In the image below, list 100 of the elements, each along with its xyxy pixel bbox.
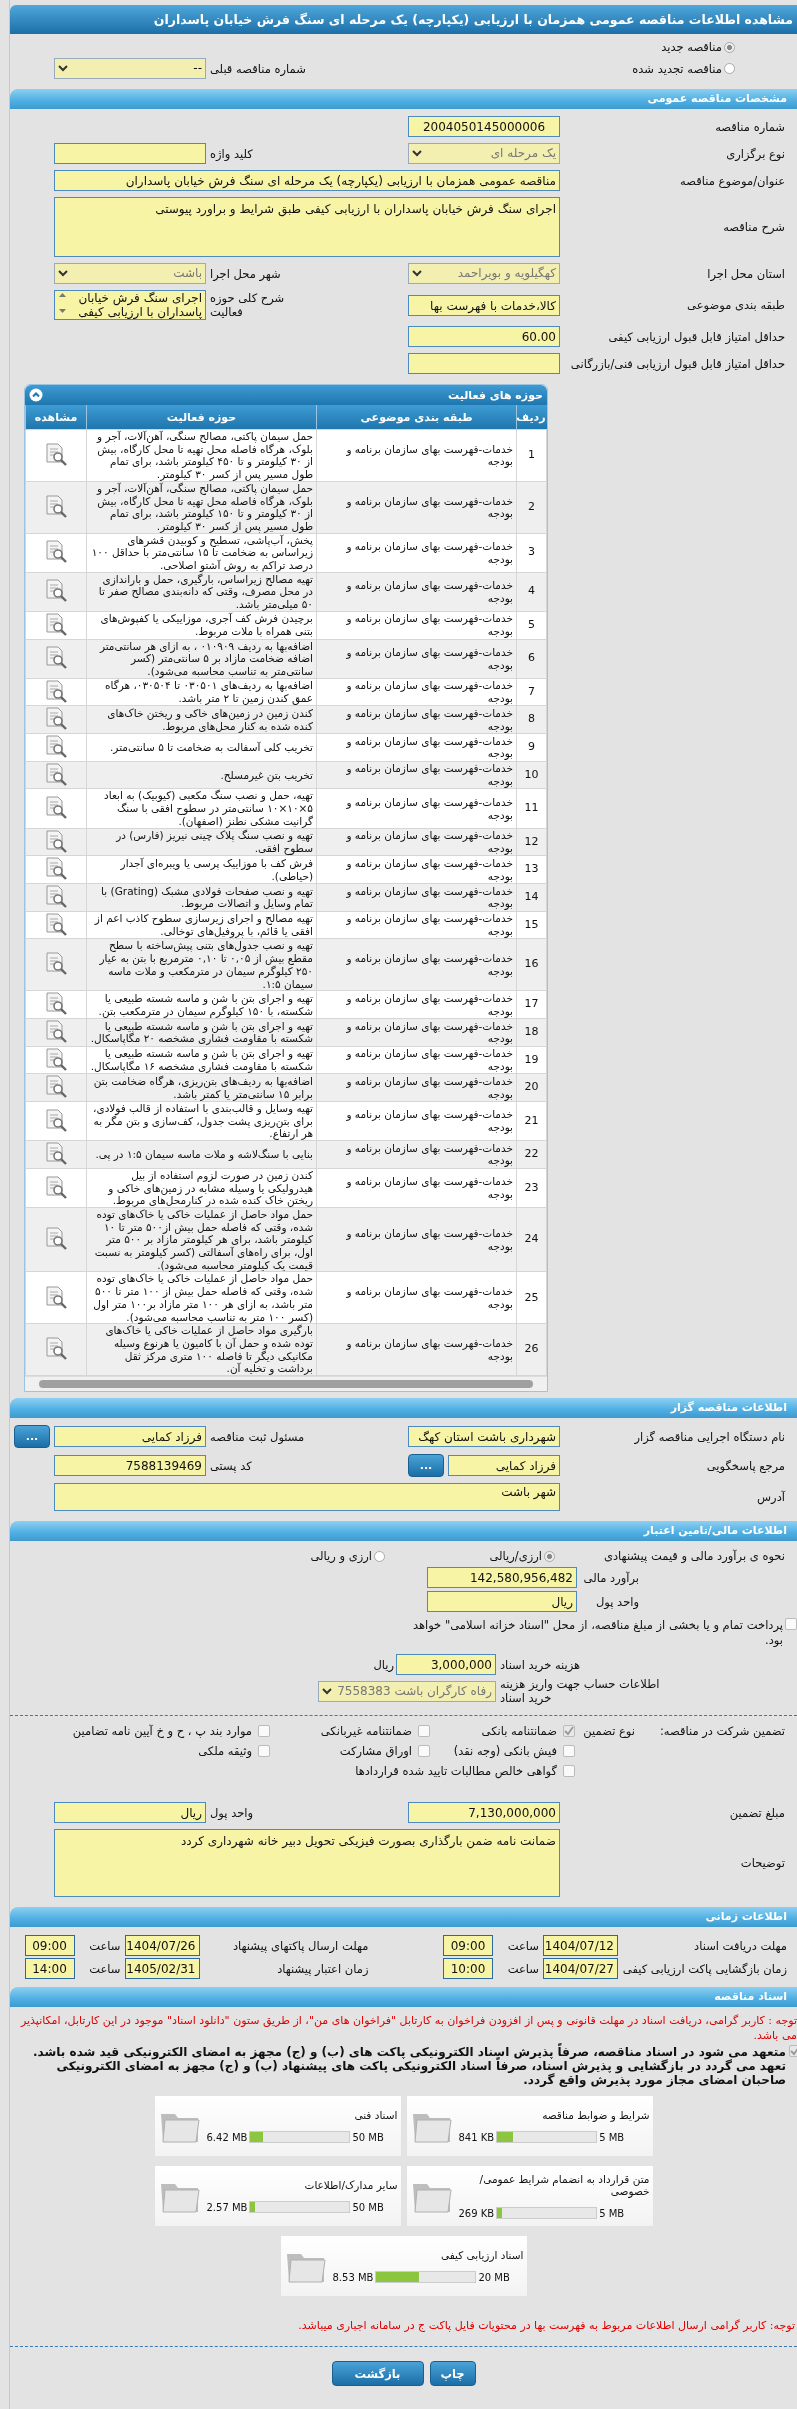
dropdown[interactable]: باشت (54, 263, 206, 284)
document-magnifier-icon[interactable] (44, 1018, 68, 1043)
checkbox[interactable] (563, 1725, 575, 1738)
document-magnifier-icon[interactable] (44, 611, 68, 636)
date-field[interactable]: 1404/07/27 (543, 1958, 618, 1980)
notice-text: توجه : کاربر گرامی، دریافت اسناد در مهلت قانونی و پس از افزودن فراخوان به کارتابل "فراخوان های من"، از طریق ستون "دانلود اسناد" موجود در این کارتابل، امکانپذیر می باشد. (19, 2013, 797, 2043)
document-magnifier-icon[interactable] (44, 678, 68, 703)
dropdown[interactable]: کهگیلویه و بویراحمد (408, 263, 560, 284)
document-magnifier-icon[interactable] (44, 911, 68, 936)
back-button[interactable]: بازگشت (331, 2361, 424, 2387)
checkbox[interactable] (563, 1745, 575, 1758)
time-field[interactable]: 10:00 (443, 1958, 493, 1980)
time-field[interactable]: 09:00 (24, 1935, 75, 1957)
text-field[interactable]: مناقصه عمومی همزمان با ارزیابی (یکپارچه) یک مرحله ای سنگ فرش خیابان پاسداران (54, 170, 560, 191)
date-field[interactable]: 1405/02/31 (124, 1958, 200, 1980)
document-magnifier-icon[interactable] (44, 645, 68, 670)
text-field[interactable] (408, 353, 560, 374)
checkbox[interactable] (789, 2045, 797, 2058)
table-cell: فرش کف با موزاییک پرسی یا ویبره‌ای آجدار (حیاطی). (86, 855, 317, 884)
file-name: سایر مدارک/اطلاعات (303, 2179, 398, 2192)
text-field[interactable]: 60.00 (408, 326, 560, 347)
document-magnifier-icon[interactable] (44, 578, 68, 603)
text-area[interactable]: اجرای سنگ فرش خیابان پاسداران با ارزیابی کیفی طبق شرایط و براورد پیوستی (54, 197, 560, 257)
text-field[interactable]: 2004050145000006 (408, 116, 560, 137)
text-area[interactable]: ضمانت نامه ضمن بارگذاری بصورت فیزیکی تحویل دبیر خانه شهرداری کردد (54, 1829, 560, 1898)
table-cell: خدمات-فهرست بهای سازمان برنامه و بودجه (316, 1271, 517, 1324)
text-field[interactable]: شهرداری باشت استان کهگ (408, 1426, 560, 1448)
document-magnifier-icon[interactable] (44, 828, 68, 853)
document-magnifier-icon[interactable] (44, 706, 68, 731)
date-field[interactable]: 1404/07/12 (543, 1935, 618, 1957)
field-label: شماره مناقصه قبلی (209, 61, 307, 76)
scroll-arrows-icon (58, 291, 67, 315)
document-magnifier-icon[interactable] (44, 795, 68, 820)
table-cell: خدمات-فهرست بهای سازمان برنامه و بودجه (316, 429, 517, 482)
document-magnifier-icon[interactable] (44, 539, 68, 564)
document-magnifier-icon[interactable] (44, 884, 68, 908)
dropdown[interactable]: یک مرحله ای (408, 143, 560, 164)
field-label: عنوان/موضوع مناقصه (679, 173, 785, 188)
checkbox[interactable] (563, 1765, 575, 1778)
text-field[interactable]: کالا،خدمات با فهرست بها (408, 294, 560, 316)
dropdown[interactable]: -- (54, 58, 206, 79)
checkbox[interactable] (258, 1725, 270, 1738)
document-magnifier-icon[interactable] (44, 856, 68, 881)
document-magnifier-icon[interactable] (44, 991, 68, 1016)
radio-button[interactable] (724, 63, 735, 74)
table-cell: تهیه و نصب صفحات فولادی مشبک (Grating) با تمام وسایل و اتصالات مربوط. (86, 883, 317, 912)
collapse-icon[interactable] (29, 388, 43, 402)
document-magnifier-icon[interactable] (44, 951, 68, 976)
time-field[interactable]: 09:00 (443, 1935, 493, 1957)
table-cell: 15 (516, 911, 547, 939)
document-magnifier-icon[interactable] (44, 761, 68, 786)
radio-button[interactable] (374, 1550, 385, 1562)
table-cell: حمل سیمان پاکتی، مصالح سنگی، آهن‌آلات، آجر و بلوک، هرگاه فاصله محل تهیه تا محل کارگاه، بیش از ۳۰ کیلومتر و تا ۱۵۰ کیلومتر باشد، برای تمام طول مسیر پس از کسر ۳۰ کیلومتر. (86, 481, 317, 534)
text-field[interactable]: 7588139469 (54, 1455, 206, 1477)
document-magnifier-icon[interactable] (44, 1226, 68, 1251)
radio-button[interactable] (724, 41, 735, 53)
field-label: مرجع پاسخگویی (705, 1458, 785, 1473)
browse-button[interactable]: ... (14, 1425, 50, 1449)
document-magnifier-icon[interactable] (44, 1174, 68, 1199)
field-label: ساعت (88, 1961, 121, 1976)
text-field[interactable] (54, 143, 206, 164)
list-box[interactable]: اجرای سنگ فرش خیابان پاسداران با ارزیابی کیفی (54, 290, 206, 320)
document-magnifier-icon[interactable] (44, 1141, 68, 1166)
table-cell: اضافه‌بها به ردیف‌های ۰۳۰۵۰۱ تا ۰۳۰۵۰۴، هرگاه عمق کندن زمین تا ۲ متر باشد. (86, 678, 317, 706)
section-header: اطلاعات مالی/تامین اعتبار (10, 1521, 797, 1542)
text-field[interactable]: 3,000,000 (396, 1654, 496, 1676)
text-field[interactable]: فرزاد کمایی (54, 1426, 206, 1448)
table-cell: 14 (516, 883, 547, 912)
text-field[interactable]: فرزاد کمایی (448, 1455, 560, 1477)
document-magnifier-icon[interactable] (44, 1336, 68, 1361)
document-magnifier-icon[interactable] (44, 493, 68, 518)
date-field[interactable]: 1404/07/26 (124, 1935, 200, 1957)
table-cell: خدمات-فهرست بهای سازمان برنامه و بودجه (316, 639, 517, 679)
document-magnifier-icon[interactable] (44, 1046, 68, 1071)
checkbox[interactable] (258, 1745, 270, 1758)
radio-button[interactable] (544, 1550, 555, 1562)
text-field[interactable]: ریال (54, 1802, 206, 1824)
browse-button[interactable]: ... (408, 1454, 444, 1478)
text-field[interactable]: 7,130,000,000 (408, 1802, 560, 1824)
document-magnifier-icon[interactable] (44, 1107, 68, 1132)
table-cell: کندن زمین در زمین‌های خاکی و ریختن خاک‌های کنده شده به کنار محل‌های مربوط. (86, 705, 317, 734)
dropdown[interactable]: رفاه کارگران باشت 7558383 (318, 1680, 496, 1702)
text-field[interactable]: 142,580,956,482 (427, 1567, 577, 1589)
checkbox[interactable] (418, 1745, 430, 1758)
table-cell: بنایی با سنگ‌لاشه و ملات ماسه سیمان ۱:۵ در پی. (86, 1140, 317, 1169)
checkbox[interactable] (418, 1725, 430, 1738)
checkbox-label: ضمانتنامه غیربانکی (320, 1724, 412, 1739)
text-field[interactable]: ریال (427, 1591, 577, 1613)
checkbox[interactable] (785, 1618, 797, 1631)
document-magnifier-icon[interactable] (44, 734, 68, 759)
caret-icon (412, 270, 422, 277)
horizontal-scrollbar[interactable] (25, 1376, 547, 1392)
warning-text: توجه: کاربر گرامی ارسال اطلاعات مربوط به فهرست بها در محتویات فایل پاکت ج در سامانه اجباری میباشد. (297, 2318, 796, 2333)
text-area[interactable]: شهر باشت (54, 1483, 560, 1512)
document-magnifier-icon[interactable] (44, 1074, 68, 1099)
document-magnifier-icon[interactable] (44, 442, 68, 467)
document-magnifier-icon[interactable] (44, 1284, 68, 1309)
print-button[interactable]: چاپ (429, 2361, 476, 2387)
file-size: 841 KB (458, 2131, 495, 2143)
time-field[interactable]: 14:00 (24, 1958, 75, 1980)
